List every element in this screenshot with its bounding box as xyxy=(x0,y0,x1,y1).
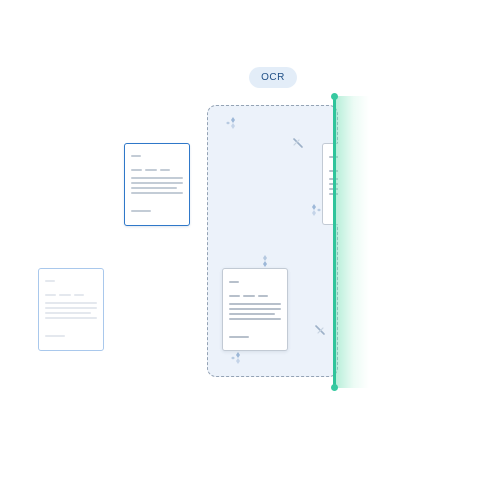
document-inactive xyxy=(38,268,104,351)
sparkle-icon xyxy=(231,352,240,364)
scan-glow xyxy=(335,96,369,388)
ocr-badge: OCR xyxy=(249,67,297,88)
sparkle-icon xyxy=(312,204,321,216)
document-selected xyxy=(124,143,190,226)
slash-icon xyxy=(315,325,325,335)
sparkle-icon xyxy=(263,255,267,267)
scan-line xyxy=(333,96,336,388)
sparkle-icon xyxy=(226,117,235,129)
scan-line-top-handle xyxy=(331,93,338,100)
document-scanned xyxy=(222,268,288,351)
ocr-illustration: OCR xyxy=(0,0,487,487)
scan-line-bottom-handle xyxy=(331,384,338,391)
slash-icon xyxy=(293,138,303,148)
